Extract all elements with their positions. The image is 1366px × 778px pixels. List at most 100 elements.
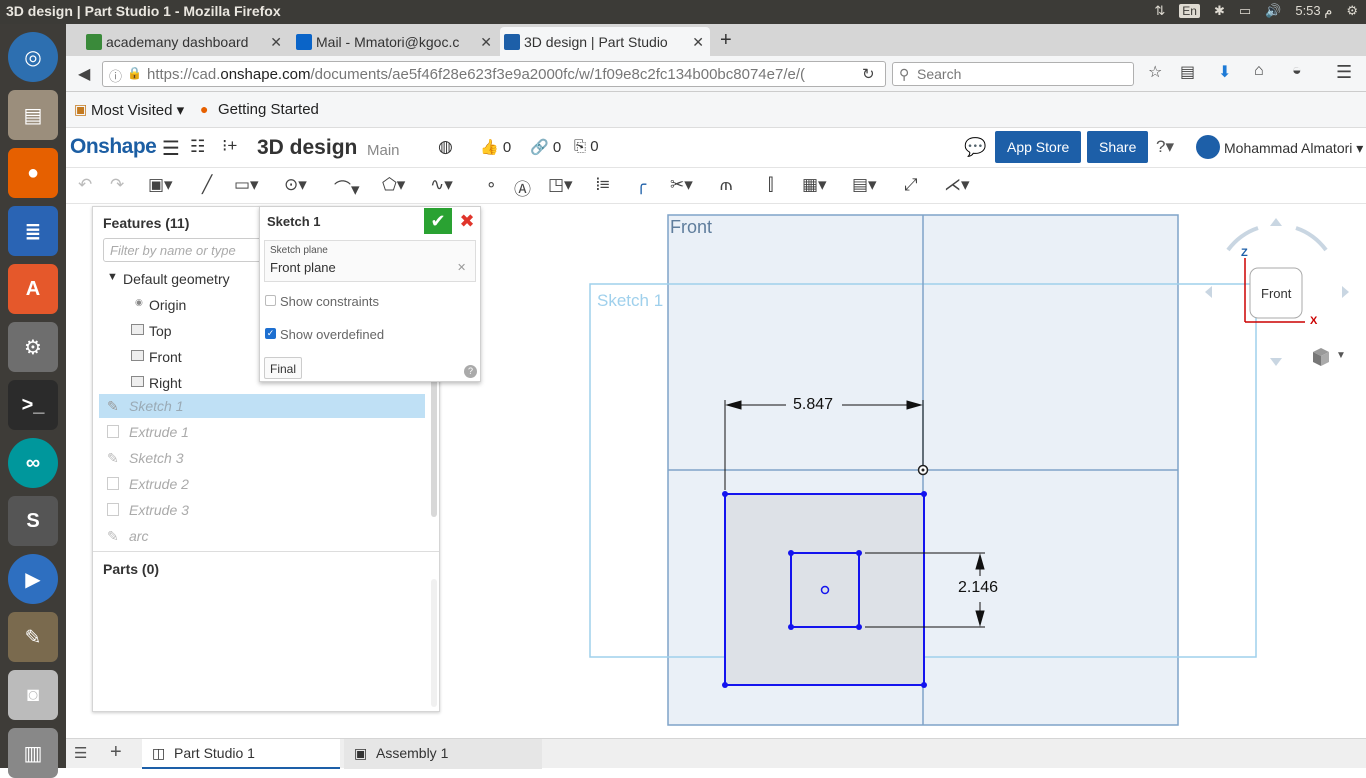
reload-icon[interactable]: ↻	[862, 65, 875, 83]
software-center-icon[interactable]: A	[8, 264, 58, 314]
media-player-icon[interactable]: ▶	[8, 554, 58, 604]
undo-icon[interactable]: ↶	[78, 175, 92, 195]
offset-icon[interactable]: ⫙	[720, 175, 732, 195]
tab-mail[interactable]: Mail - Mmatori@kgoc.c ✕	[292, 27, 498, 56]
version-graph-icon[interactable]: ☷	[190, 137, 205, 157]
line-icon[interactable]: ╱	[202, 175, 212, 195]
info-icon[interactable]: ⓘ	[109, 66, 122, 85]
list-item-sketch-3[interactable]: ✎ Sketch 3	[99, 446, 425, 470]
parts-scrollbar[interactable]	[431, 579, 437, 707]
copies-button[interactable]: ⎘ 0	[574, 138, 599, 155]
close-icon[interactable]: ✕	[692, 34, 704, 51]
view-menu-chevron-down-icon[interactable]: ▼	[1336, 350, 1346, 361]
show-constraints-checkbox[interactable]	[265, 295, 276, 306]
keyboard-language[interactable]: En	[1179, 4, 1200, 18]
use-icon[interactable]: ⦙≡	[596, 175, 610, 195]
like-button[interactable]: 👍 0	[480, 138, 511, 156]
constraint-icon[interactable]: ⋌▾	[944, 175, 970, 195]
arduino-icon[interactable]: ∞	[8, 438, 58, 488]
close-icon[interactable]: ✕	[270, 34, 282, 51]
home-icon[interactable]: ⌂	[1254, 62, 1264, 80]
list-item-extrude-2[interactable]: Extrude 2	[99, 472, 425, 496]
dimension-icon[interactable]: ⤢	[904, 175, 918, 195]
tab-academany[interactable]: academany dashboard ✕	[82, 27, 288, 56]
dimension-horizontal[interactable]: 5.847	[791, 396, 836, 414]
gimp-icon[interactable]: ✎	[8, 612, 58, 662]
url-bar[interactable]: ⓘ 🔒 https://cad.onshape.com/documents/ae…	[102, 61, 886, 87]
point-icon[interactable]: ∘	[486, 175, 497, 195]
circle-icon[interactable]: ⊙▾	[284, 175, 307, 195]
trash-icon[interactable]: ▥	[8, 728, 58, 778]
files-icon[interactable]: ▤	[8, 90, 58, 140]
camera-icon[interactable]: ◙	[8, 670, 58, 720]
user-menu[interactable]: Mohammad Almatori ▾	[1224, 140, 1363, 157]
chevron-down-icon[interactable]: ▼	[107, 271, 118, 283]
show-overdefined-checkbox[interactable]: ✓	[265, 328, 276, 339]
list-item-sketch-1[interactable]: ✎ Sketch 1	[99, 394, 425, 418]
pocket-icon[interactable]: ◒	[1292, 62, 1302, 80]
view-cube-label[interactable]: Front	[1261, 286, 1291, 301]
comments-icon[interactable]: 💬	[964, 137, 986, 158]
insert-icon[interactable]: ⁝+	[222, 136, 237, 156]
redo-icon[interactable]: ↷	[110, 175, 124, 195]
list-item-extrude-3[interactable]: Extrude 3	[99, 498, 425, 522]
volume-icon[interactable]: 🔊	[1265, 3, 1281, 19]
app-store-button[interactable]: App Store	[995, 131, 1082, 163]
text-icon[interactable]: Ⓐ	[514, 175, 531, 200]
fillet-icon[interactable]: ╭	[636, 175, 646, 195]
trim-icon[interactable]: ✂▾	[670, 175, 693, 195]
system-settings-icon[interactable]: ⚙	[8, 322, 58, 372]
dxf-import-icon[interactable]: ▤▾	[852, 175, 877, 195]
downloads-icon[interactable]: ⬇	[1218, 62, 1231, 82]
new-tab-button[interactable]: +	[714, 27, 744, 56]
dimension-vertical[interactable]: 2.146	[958, 579, 998, 597]
search-input[interactable]: ⚲ Search	[892, 62, 1134, 86]
share-button[interactable]: Share	[1087, 131, 1149, 163]
clear-close-icon[interactable]: ✕	[457, 261, 466, 274]
list-item-extrude-1[interactable]: Extrude 1	[99, 420, 425, 444]
rectangle-icon[interactable]: ▭▾	[234, 175, 259, 195]
parts-header[interactable]: Parts (0)	[103, 561, 159, 577]
help-icon[interactable]: ?▾	[1156, 137, 1174, 157]
filter-input[interactable]: Filter by name or type	[103, 238, 263, 262]
onshape-logo[interactable]: Onshape	[70, 135, 157, 159]
terminal-icon[interactable]: >_	[8, 380, 58, 430]
battery-icon[interactable]: ▭	[1239, 3, 1251, 19]
tab-part-studio-1[interactable]: ◫ Part Studio 1	[142, 739, 340, 769]
back-icon[interactable]: ◀	[78, 64, 90, 84]
close-icon[interactable]: ✕	[480, 34, 492, 51]
sketch-plane-field[interactable]: Sketch plane Front plane ✕	[264, 240, 476, 282]
mirror-icon[interactable]: ⫿	[768, 175, 773, 195]
polygon-icon[interactable]: ⬠▾	[382, 175, 405, 195]
reading-list-icon[interactable]: ▤	[1180, 62, 1195, 82]
ubuntu-dash-icon[interactable]: ◎	[8, 32, 58, 82]
cancel-close-icon[interactable]: ✖	[456, 208, 478, 234]
hamburger-menu-icon[interactable]: ☰	[162, 136, 180, 161]
accept-check-icon[interactable]: ✔	[424, 208, 452, 234]
writer-icon[interactable]: ≣	[8, 206, 58, 256]
final-button[interactable]: Final	[264, 357, 302, 379]
construction-icon[interactable]: ◳▾	[548, 175, 573, 195]
globe-icon[interactable]: ◍	[438, 137, 453, 157]
settings-gear-icon[interactable]: ⚙	[1346, 3, 1358, 19]
clock[interactable]: م 5:53	[1295, 3, 1332, 19]
help-icon[interactable]: ?	[464, 365, 477, 378]
links-button[interactable]: 🔗 0	[530, 138, 561, 156]
getting-started-link[interactable]: Getting Started	[218, 101, 319, 118]
most-visited-button[interactable]: Most Visited ▾	[91, 101, 184, 119]
add-tab-icon[interactable]: +	[110, 741, 122, 764]
arc-icon[interactable]: ⌒▾	[334, 175, 360, 200]
tab-manager-icon[interactable]: ☰	[74, 744, 87, 762]
document-title[interactable]: 3D design	[257, 136, 357, 160]
avatar[interactable]	[1196, 135, 1220, 159]
spline-icon[interactable]: ∿▾	[430, 175, 453, 195]
tab-assembly-1[interactable]: ▣ Assembly 1	[344, 739, 542, 769]
sketch-icon[interactable]: ▣▾	[148, 175, 173, 195]
firefox-icon[interactable]: ●	[8, 148, 58, 198]
feature-list-scrollbar[interactable]	[431, 377, 437, 517]
network-icon[interactable]: ⇅	[1154, 3, 1165, 19]
sublime-text-icon[interactable]: S	[8, 496, 58, 546]
tab-onshape[interactable]: 3D design | Part Studio ✕	[500, 27, 710, 56]
menu-icon[interactable]: ☰	[1336, 62, 1352, 83]
list-item-arc[interactable]: ✎ arc	[99, 524, 425, 548]
